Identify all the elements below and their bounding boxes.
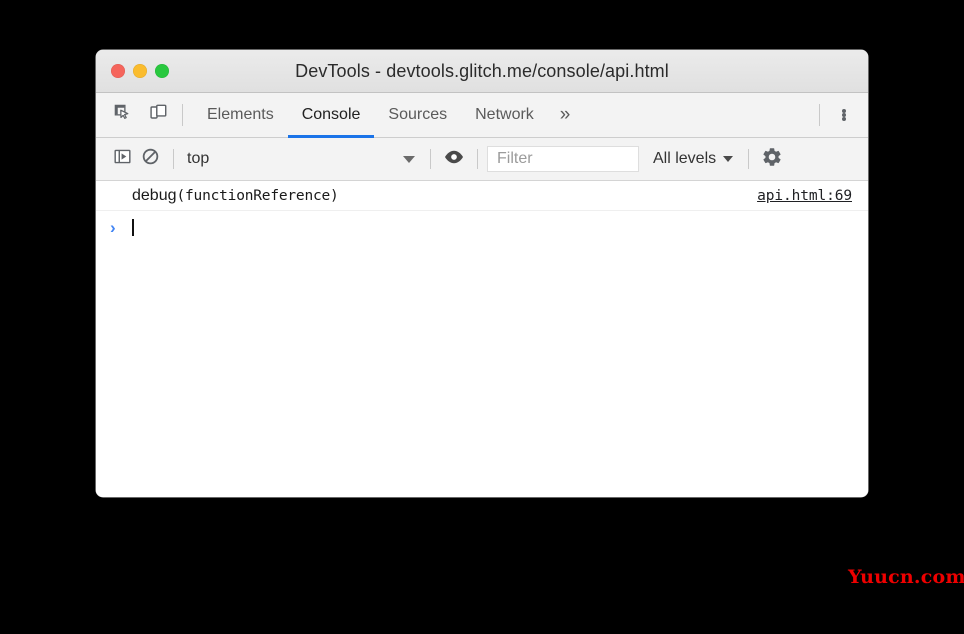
console-message-text: debug(functionReference) (96, 187, 339, 205)
toolbar-divider-4 (748, 149, 750, 169)
console-settings-button[interactable] (758, 145, 786, 173)
console-message-source-link[interactable]: api.html:69 (757, 188, 852, 204)
clear-console-button[interactable] (136, 145, 164, 173)
console-toolbar: top Filter All levels (96, 138, 868, 181)
maximize-button[interactable] (155, 64, 169, 78)
eye-icon (443, 148, 465, 171)
tabbar-tool-icons (96, 93, 182, 137)
console-sidebar-toggle-button[interactable] (108, 145, 136, 173)
tab-console-label: Console (301, 106, 361, 123)
console-filter-placeholder: Filter (497, 150, 533, 167)
text-caret (132, 218, 134, 236)
tabbar-right-controls (819, 93, 868, 137)
console-message-method: debug (132, 186, 177, 204)
panel-tabs: Elements Console Sources Network » (183, 93, 819, 138)
device-toolbar-icon (149, 103, 168, 127)
console-message-row[interactable]: debug(functionReference) api.html:69 (96, 181, 868, 211)
device-toolbar-button[interactable] (144, 101, 172, 129)
window-controls (96, 64, 169, 78)
close-button[interactable] (111, 64, 125, 78)
tabbar-divider-2 (819, 104, 820, 126)
clear-console-icon (141, 147, 160, 171)
tab-elements-label: Elements (207, 106, 274, 123)
sidebar-panel-icon (113, 147, 132, 171)
log-level-selector[interactable]: All levels (647, 150, 739, 168)
minimize-button[interactable] (133, 64, 147, 78)
devtools-tabbar: Elements Console Sources Network » (96, 93, 868, 138)
chevron-down-icon (403, 155, 415, 163)
console-prompt-row[interactable]: › (96, 211, 868, 243)
gear-icon (761, 146, 783, 173)
execution-context-value: top (187, 150, 210, 167)
execution-context-selector[interactable]: top (183, 150, 421, 168)
prompt-chevron-icon: › (110, 217, 116, 237)
toolbar-divider-2 (430, 149, 431, 169)
tab-sources-label: Sources (388, 106, 448, 123)
log-level-value: All levels (653, 150, 717, 167)
inspect-element-icon (113, 103, 132, 127)
chevron-double-right-icon: » (559, 104, 571, 125)
tab-network-label: Network (475, 106, 534, 123)
tab-network[interactable]: Network (461, 93, 548, 137)
console-filter-input[interactable]: Filter (487, 146, 639, 172)
tab-sources[interactable]: Sources (374, 93, 461, 137)
chevron-down-icon (723, 156, 734, 162)
toolbar-divider-1 (173, 149, 174, 169)
console-message-args: (functionReference) (176, 187, 339, 204)
tab-console[interactable]: Console (287, 93, 375, 138)
window-titlebar: DevTools - devtools.glitch.me/console/ap… (96, 50, 868, 93)
watermark: Yuucn.com (848, 566, 964, 588)
tab-elements[interactable]: Elements (193, 93, 288, 137)
devtools-window: DevTools - devtools.glitch.me/console/ap… (96, 50, 868, 497)
live-expression-button[interactable] (440, 145, 468, 173)
more-tabs-button[interactable]: » (548, 93, 583, 137)
toolbar-divider-3 (477, 149, 478, 169)
console-message-area[interactable]: debug(functionReference) api.html:69 › (96, 181, 868, 497)
inspect-element-button[interactable] (108, 101, 136, 129)
window-title: DevTools - devtools.glitch.me/console/ap… (295, 60, 669, 81)
main-menu-button[interactable] (830, 101, 858, 129)
kebab-menu-icon (842, 109, 846, 121)
